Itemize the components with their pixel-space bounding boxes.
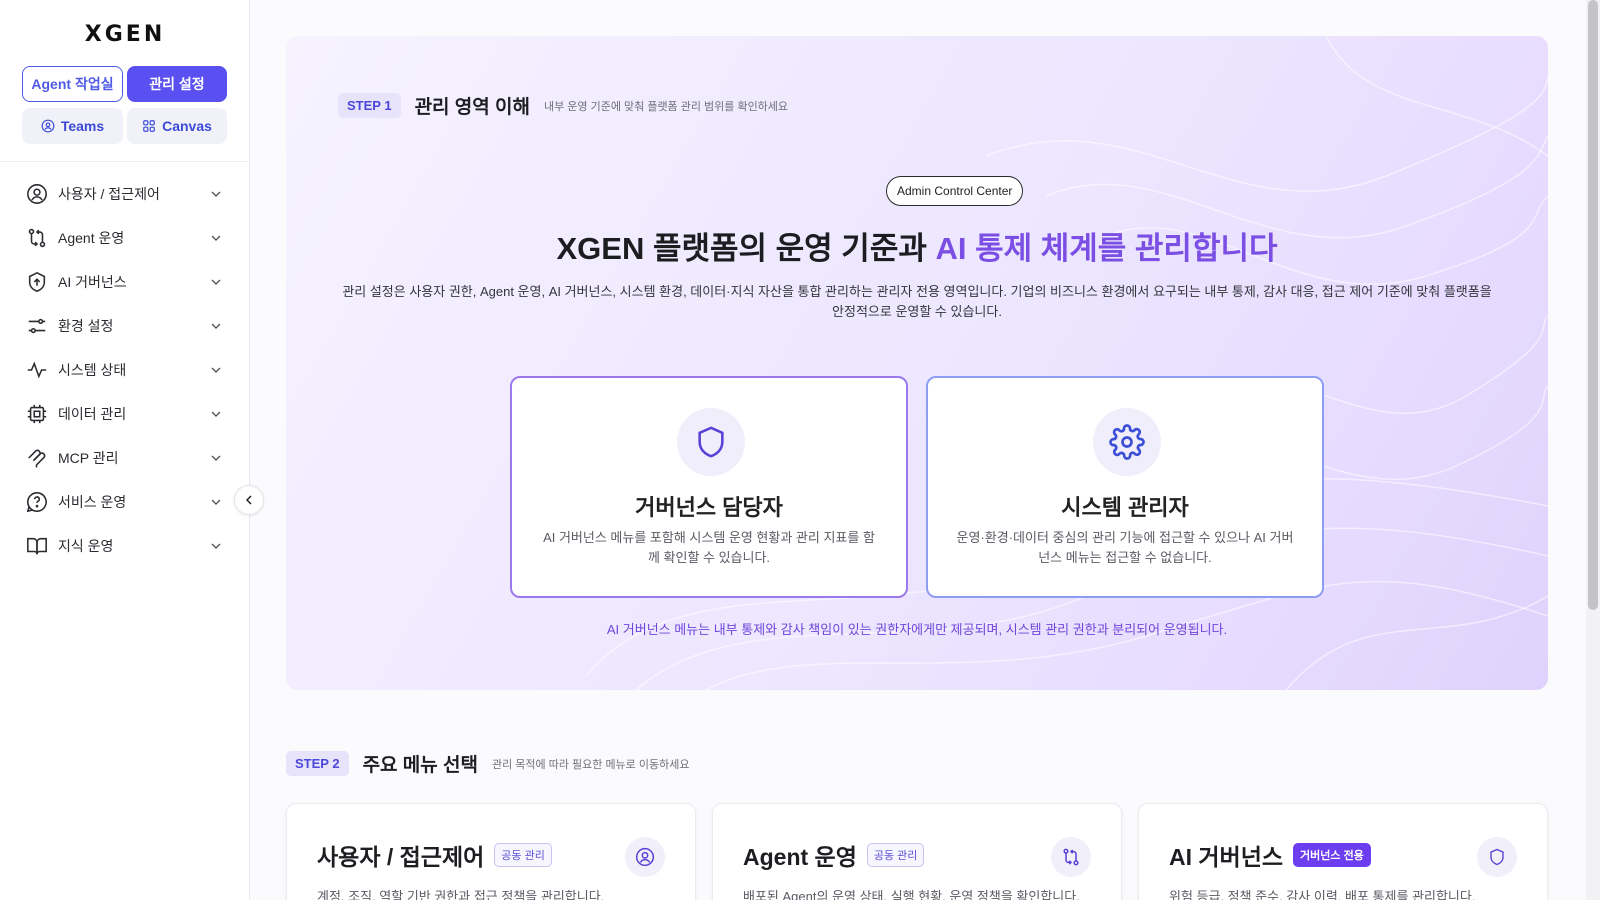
sidebar-item-service[interactable]: 서비스 운영: [26, 480, 224, 524]
step2-header: STEP 2 주요 메뉴 선택 관리 목적에 따라 필요한 메뉴로 이동하세요: [286, 750, 689, 777]
sidebar-item-ai-governance[interactable]: AI 거버넌스: [26, 260, 224, 304]
menu-card-title: 사용자 / 접근제어 공동 관리: [317, 838, 552, 872]
gear-icon: [1093, 408, 1161, 476]
sidebar-divider: [0, 161, 249, 162]
sidebar-item-label: 서비스 운영: [58, 494, 127, 510]
menu-card-tag: 거버넌스 전용: [1293, 843, 1371, 867]
sidebar-item-label: 시스템 상태: [58, 362, 127, 378]
help-circle-icon: [26, 491, 48, 513]
hero-title: XGEN 플랫폼의 운영 기준과 AI 통제 체계를 관리합니다: [286, 223, 1548, 268]
sidebar-item-label: 지식 운영: [58, 538, 114, 554]
user-circle-icon: [26, 183, 48, 205]
teams-icon: [41, 119, 55, 133]
step-badge: STEP 2: [286, 751, 349, 776]
sidebar-item-label: 데이터 관리: [58, 406, 127, 422]
step-badge: STEP 1: [338, 93, 401, 118]
sidebar-item-users[interactable]: 사용자 / 접근제어: [26, 172, 224, 216]
sidebar-item-label: AI 거버넌스: [58, 274, 127, 290]
role-description: 운영·환경·데이터 중심의 관리 기능에 접근할 수 있으나 AI 거버넌스 메…: [956, 530, 1294, 565]
workflow-icon: [26, 227, 48, 249]
admin-control-center-pill: Admin Control Center: [886, 176, 1024, 206]
teams-label: Teams: [60, 118, 105, 134]
sidebar-item-agent[interactable]: Agent 운영: [26, 216, 224, 260]
menu-card-title: Agent 운영 공동 관리: [743, 838, 925, 872]
menu-card-title: AI 거버넌스 거버넌스 전용: [1169, 838, 1371, 872]
chevron-down-icon: [211, 543, 221, 549]
shield-icon: [677, 408, 745, 476]
book-icon: [26, 535, 48, 557]
hero-title-accent: AI 통제 체계를 관리합니다: [935, 231, 1278, 266]
admin-settings-button[interactable]: 관리 설정: [127, 66, 227, 102]
menu-card-title-text: Agent 운영: [743, 844, 857, 870]
agent-workspace-button[interactable]: Agent 작업실: [22, 66, 123, 102]
menu-card-title-text: 사용자 / 접근제어: [317, 844, 485, 870]
shield-icon: [1477, 837, 1517, 877]
sidebar-item-environment[interactable]: 환경 설정: [26, 304, 224, 348]
mcp-icon: [26, 447, 48, 469]
hero-description: 관리 설정은 사용자 권한, Agent 운영, AI 거버넌스, 시스템 환경…: [342, 284, 1492, 319]
canvas-label: Canvas: [162, 118, 212, 134]
user-circle-icon: [625, 837, 665, 877]
scrollbar-thumb[interactable]: [1588, 0, 1598, 610]
sidebar-nav: 사용자 / 접근제어 Agent 운영 AI 거버넌스 환경 설정 시스템 상태…: [26, 172, 224, 568]
sidebar-item-label: 환경 설정: [58, 318, 114, 334]
menu-card-description: 위험 등급, 정책 준수, 감사 이력, 배포 통제를 관리합니다.: [1169, 889, 1476, 900]
step-title: 주요 메뉴 선택: [362, 755, 479, 776]
chevron-down-icon: [211, 323, 221, 329]
step1-hero-section: STEP 1 관리 영역 이해 내부 운영 기준에 맞춰 플랫폼 관리 범위를 …: [286, 36, 1548, 690]
sidebar-collapse-button[interactable]: [234, 485, 264, 515]
chevron-down-icon: [211, 235, 221, 241]
sidebar-item-knowledge[interactable]: 지식 운영: [26, 524, 224, 568]
governance-note: AI 거버넌스 메뉴는 내부 통제와 감사 책임이 있는 권한자에게만 제공되며…: [606, 622, 1228, 637]
step-description: 내부 운영 기준에 맞춰 플랫폼 관리 범위를 확인하세요: [544, 100, 789, 113]
role-card-system-admin[interactable]: 시스템 관리자 운영·환경·데이터 중심의 관리 기능에 접근할 수 있으나 A…: [926, 376, 1324, 598]
menu-card-tag: 공동 관리: [866, 843, 925, 867]
menu-card-ai-governance[interactable]: AI 거버넌스 거버넌스 전용 위험 등급, 정책 준수, 감사 이력, 배포 …: [1138, 803, 1548, 900]
menu-card-title-text: AI 거버넌스: [1169, 844, 1284, 870]
role-title: 거버넌스 담당자: [635, 495, 783, 520]
chevron-down-icon: [211, 499, 221, 505]
activity-icon: [26, 359, 48, 381]
sidebar-item-data[interactable]: 데이터 관리: [26, 392, 224, 436]
sidebar: XGEN Agent 작업실 관리 설정 Teams Canvas 사용자 / …: [0, 0, 250, 900]
app-logo[interactable]: XGEN: [0, 22, 250, 47]
chevron-down-icon: [211, 367, 221, 373]
grid-icon: [143, 120, 155, 132]
chevron-left-icon: [245, 495, 252, 505]
sidebar-item-system-status[interactable]: 시스템 상태: [26, 348, 224, 392]
hero-title-main: XGEN 플랫폼의 운영 기준과: [556, 231, 936, 266]
menu-card-tag: 공동 관리: [494, 843, 552, 867]
sidebar-item-mcp[interactable]: MCP 관리: [26, 436, 224, 480]
chevron-down-icon: [211, 411, 221, 417]
shield-arrow-icon: [26, 271, 48, 293]
menu-card-description: 배포된 Agent의 운영 상태, 실행 현황, 운영 정책을 확인합니다.: [743, 889, 1080, 900]
teams-button[interactable]: Teams: [22, 108, 123, 144]
menu-card-description: 계정, 조직, 역할 기반 권한과 접근 정책을 관리합니다.: [317, 889, 605, 900]
step1-header: STEP 1 관리 영역 이해 내부 운영 기준에 맞춰 플랫폼 관리 범위를 …: [338, 92, 788, 119]
workflow-icon: [1051, 837, 1091, 877]
sliders-icon: [26, 315, 48, 337]
role-description: AI 거버넌스 메뉴를 포함해 시스템 운영 현황과 관리 지표를 함께 확인할…: [543, 530, 875, 565]
main-content: STEP 1 관리 영역 이해 내부 운영 기준에 맞춰 플랫폼 관리 범위를 …: [250, 0, 1586, 900]
menu-card-agent[interactable]: Agent 운영 공동 관리 배포된 Agent의 운영 상태, 실행 현황, …: [712, 803, 1122, 900]
chip-icon: [26, 403, 48, 425]
menu-card-users[interactable]: 사용자 / 접근제어 공동 관리 계정, 조직, 역할 기반 권한과 접근 정책…: [286, 803, 696, 900]
page-scrollbar[interactable]: [1586, 0, 1600, 900]
chevron-down-icon: [211, 455, 221, 461]
sidebar-item-label: 사용자 / 접근제어: [58, 186, 160, 202]
chevron-down-icon: [211, 279, 221, 285]
sidebar-item-label: MCP 관리: [58, 450, 119, 466]
step-title: 관리 영역 이해: [414, 97, 531, 118]
sidebar-item-label: Agent 운영: [58, 230, 125, 246]
canvas-button[interactable]: Canvas: [127, 108, 227, 144]
step-description: 관리 목적에 따라 필요한 메뉴로 이동하세요: [492, 758, 690, 771]
role-title: 시스템 관리자: [1061, 495, 1189, 520]
chevron-down-icon: [211, 191, 221, 197]
decorative-waves: [585, 36, 1548, 690]
role-card-governance[interactable]: 거버넌스 담당자 AI 거버넌스 메뉴를 포함해 시스템 운영 현황과 관리 지…: [510, 376, 908, 598]
